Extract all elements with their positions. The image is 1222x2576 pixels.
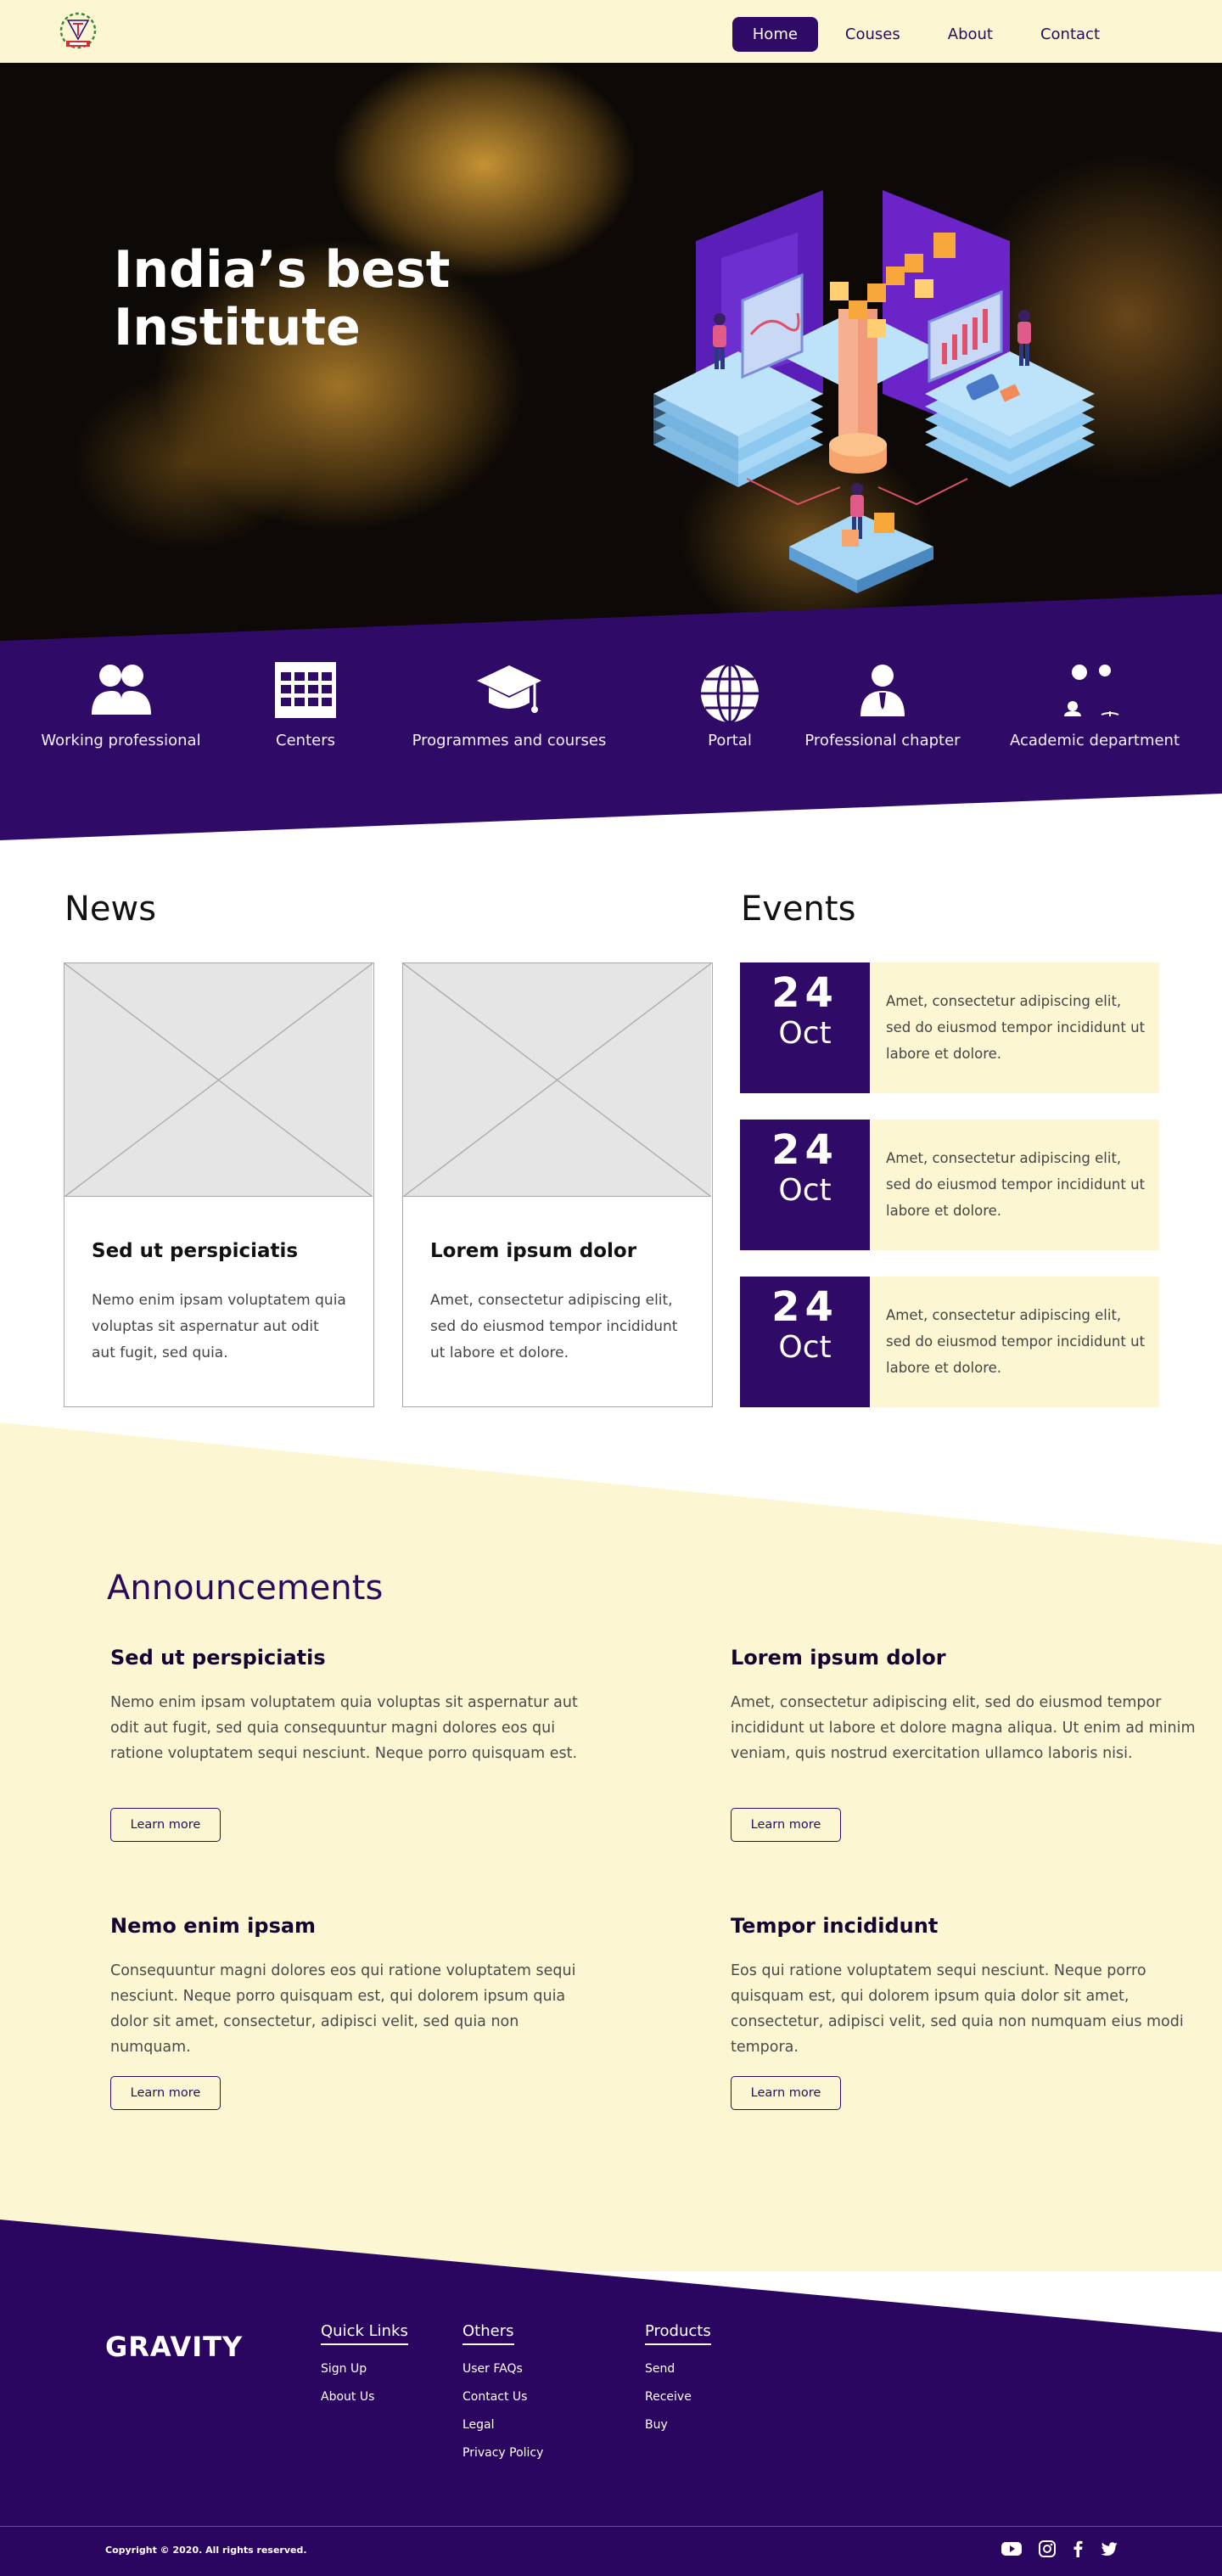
twitter-icon[interactable] [1100,2540,1118,2558]
footer-column-quick-links: Quick Links Sign Up About Us [321,2322,408,2418]
nav-courses[interactable]: Couses [825,17,921,52]
footer-link[interactable]: About Us [321,2390,408,2404]
page: Home Couses About Contact India’s best I… [0,0,1222,2576]
learn-more-button[interactable]: Learn more [110,1808,221,1842]
footer-column-title: Others [462,2322,514,2345]
businessman-icon [798,662,967,723]
event-item[interactable]: 24 Oct Amet, consectetur adipiscing elit… [740,1277,1159,1407]
news-card-text: Nemo enim ipsam voluptatem quia voluptas… [92,1292,346,1361]
news-title: News [64,890,157,929]
event-text: Amet, consectetur adipiscing elit, sed d… [886,1150,1146,1219]
event-month: Oct [778,1016,832,1051]
isometric-data-center-illustration [645,139,1103,648]
nav-about[interactable]: About [928,17,1013,52]
nav-contact[interactable]: Contact [1020,17,1120,52]
category-label: Centers [276,732,335,749]
category-programmes[interactable]: Programmes and courses [407,662,611,749]
footer-background [0,2220,1222,2576]
category-label: Professional chapter [804,732,961,749]
announcement-text: Nemo enim ipsam voluptatem quia voluptas… [110,1694,578,1762]
announcement-item: Nemo enim ipsam Consequuntur magni dolor… [110,1914,586,2060]
footer-column-title: Quick Links [321,2322,408,2345]
category-professional-chapter[interactable]: Professional chapter [798,662,967,749]
announcement-text: Amet, consectetur adipiscing elit, sed d… [731,1694,1196,1762]
footer-link[interactable]: Send [645,2362,711,2376]
events-title: Events [741,890,856,929]
youtube-icon[interactable] [1001,2540,1022,2558]
event-month: Oct [778,1330,832,1365]
graduation-cap-icon [407,662,611,723]
event-item[interactable]: 24 Oct Amet, consectetur adipiscing elit… [740,1120,1159,1250]
footer-divider [0,2526,1222,2527]
footer-link[interactable]: Privacy Policy [462,2446,543,2460]
building-icon [238,662,373,723]
category-working-professional[interactable]: Working professional [34,662,208,749]
news-card-heading: Sed ut perspiciatis [92,1240,299,1262]
globe-icon [670,662,789,724]
event-item[interactable]: 24 Oct Amet, consectetur adipiscing elit… [740,962,1159,1093]
footer-link[interactable]: Legal [462,2418,543,2432]
category-portal[interactable]: Portal [670,662,789,749]
learn-more-button[interactable]: Learn more [110,2076,221,2110]
hero-banner: India’s best Institute [0,63,1222,657]
copyright-text: Copyright © 2020. All rights reserved. [105,2545,307,2556]
announcement-text: Consequuntur magni dolores eos qui ratio… [110,1962,576,2056]
facebook-icon[interactable] [1073,2540,1083,2558]
announcements-title: Announcements [107,1569,384,1608]
learn-more-button[interactable]: Learn more [731,1808,841,1842]
event-date-badge: 24 Oct [740,1277,870,1407]
announcement-heading: Lorem ipsum dolor [731,1646,946,1670]
footer-column-others: Others User FAQs Contact Us Legal Privac… [462,2322,543,2474]
event-date-badge: 24 Oct [740,1120,870,1250]
image-placeholder [403,963,711,1197]
announcement-heading: Sed ut perspiciatis [110,1646,326,1670]
announcement-heading: Tempor incididunt [731,1914,939,1938]
image-placeholder [64,963,373,1197]
people-icon [34,662,208,723]
category-label: Programmes and courses [412,732,607,749]
announcement-item: Tempor incididunt Eos qui ratione volupt… [731,1914,1206,2060]
footer-link[interactable]: Contact Us [462,2390,543,2404]
footer-link[interactable]: Receive [645,2390,711,2404]
event-day: 24 [771,1283,838,1331]
footer-link[interactable]: Sign Up [321,2362,408,2376]
announcement-heading: Nemo enim ipsam [110,1914,317,1938]
event-text: Amet, consectetur adipiscing elit, sed d… [886,1307,1146,1376]
event-date-badge: 24 Oct [740,962,870,1093]
institute-emblem-icon[interactable] [56,10,100,53]
news-card[interactable]: Lorem ipsum dolor Amet, consectetur adip… [402,962,713,1407]
learn-more-button[interactable]: Learn more [731,2076,841,2110]
category-strip: Working professional Centers Programmes … [0,662,1222,772]
news-card-heading: Lorem ipsum dolor [430,1240,637,1262]
category-label: Portal [708,732,752,749]
footer-link[interactable]: Buy [645,2418,711,2432]
category-label: Working professional [41,732,201,749]
announcement-item: Sed ut perspiciatis Nemo enim ipsam volu… [110,1646,586,1766]
footer-column-title: Products [645,2322,711,2345]
nav-home[interactable]: Home [732,17,818,52]
announcement-text: Eos qui ratione voluptatem sequi nesciun… [731,1962,1184,2056]
category-academic-department[interactable]: Academic department [1001,662,1188,749]
site-header: Home Couses About Contact [0,0,1222,63]
category-label: Academic department [1009,732,1180,749]
event-month: Oct [778,1173,832,1208]
instagram-icon[interactable] [1039,2540,1056,2558]
category-centers[interactable]: Centers [238,662,373,749]
news-card[interactable]: Sed ut perspiciatis Nemo enim ipsam volu… [64,962,374,1407]
main-nav: Home Couses About Contact [732,17,1120,52]
event-day: 24 [771,969,838,1017]
social-links [1001,2540,1118,2558]
announcement-item: Lorem ipsum dolor Amet, consectetur adip… [731,1646,1206,1766]
hero-title: India’s best Institute [114,240,451,357]
footer-brand[interactable]: GRAVITY [105,2331,243,2363]
footer-link[interactable]: User FAQs [462,2362,543,2376]
footer-column-products: Products Send Receive Buy [645,2322,711,2446]
announcements-background [0,1423,1222,2271]
teaching-icon [1001,662,1188,723]
news-card-text: Amet, consectetur adipiscing elit, sed d… [430,1292,678,1361]
event-text: Amet, consectetur adipiscing elit, sed d… [886,993,1146,1062]
event-day: 24 [771,1126,838,1174]
